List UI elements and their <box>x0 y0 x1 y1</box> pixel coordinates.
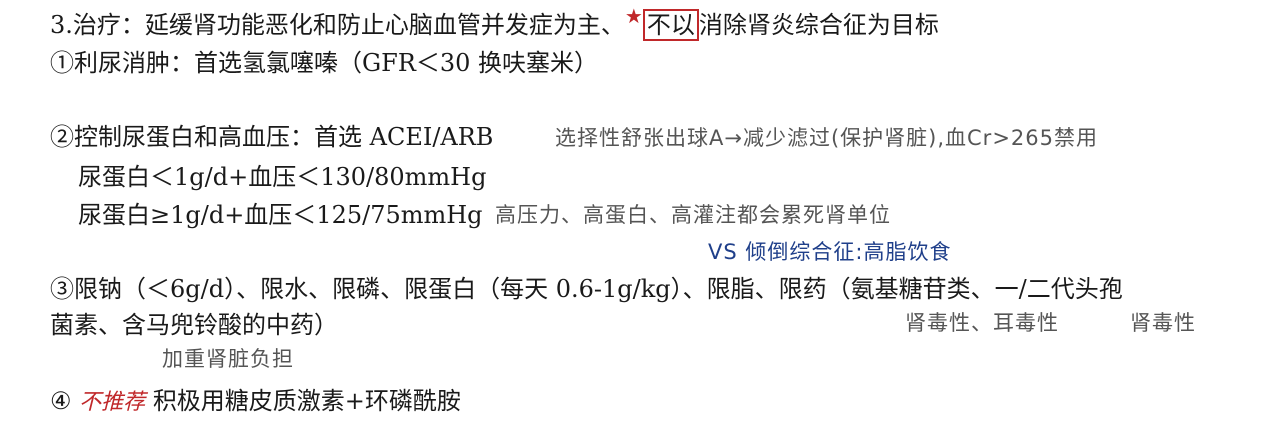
treatment-heading: 3.治疗：延缓肾功能恶化和防止心脑血管并发症为主、 <box>50 11 625 39</box>
not-recommended: 不推荐 <box>79 390 146 415</box>
note-acei: 选择性舒张出球A→减少滤过(保护肾脏),血Cr>265禁用 <box>555 126 1098 150</box>
treatment-heading-end: 消除肾炎综合征为目标 <box>698 11 939 39</box>
line-2: ①利尿消肿：首选氢氯噻嗪（GFR＜30 换呋塞米） <box>50 49 599 77</box>
line-7: 菌素、含马兜铃酸的中药） <box>50 311 338 339</box>
line-6: ③限钠（＜6g/d）、限水、限磷、限蛋白（每天 0.6-1g/kg）、限脂、限药… <box>50 275 1123 303</box>
note-kidney-burden: 加重肾脏负担 <box>162 347 294 371</box>
line-5: 尿蛋白≥1g/d+血压＜125/75mmHg <box>78 201 483 229</box>
note-nephrotoxic: 肾毒性 <box>1130 311 1196 335</box>
star-icon: ★ <box>624 4 643 28</box>
note-high-pressure: 高压力、高蛋白、高灌注都会累死肾单位 <box>495 203 891 227</box>
line-3: ②控制尿蛋白和高血压：首选 ACEI/ARB <box>50 122 493 152</box>
line-9: ④ 不推荐 积极用糖皮质激素+环磷酰胺 <box>50 386 461 418</box>
note-nephro-ototoxic: 肾毒性、耳毒性 <box>905 311 1059 335</box>
item-number: ④ <box>50 387 72 415</box>
note-vs: VS 倾倒综合征:高脂饮食 <box>708 240 952 264</box>
line-1: 3.治疗：延缓肾功能恶化和防止心脑血管并发症为主、★ 不以 消除肾炎综合征为目标 <box>50 4 939 41</box>
boxed-keyword: 不以 <box>642 9 699 41</box>
line-4: 尿蛋白＜1g/d+血压＜130/80mmHg <box>78 163 487 191</box>
control-protein-bp: ②控制尿蛋白和高血压：首选 ACEI/ARB <box>50 123 494 151</box>
steroid-text: 积极用糖皮质激素+环磷酰胺 <box>152 387 461 415</box>
